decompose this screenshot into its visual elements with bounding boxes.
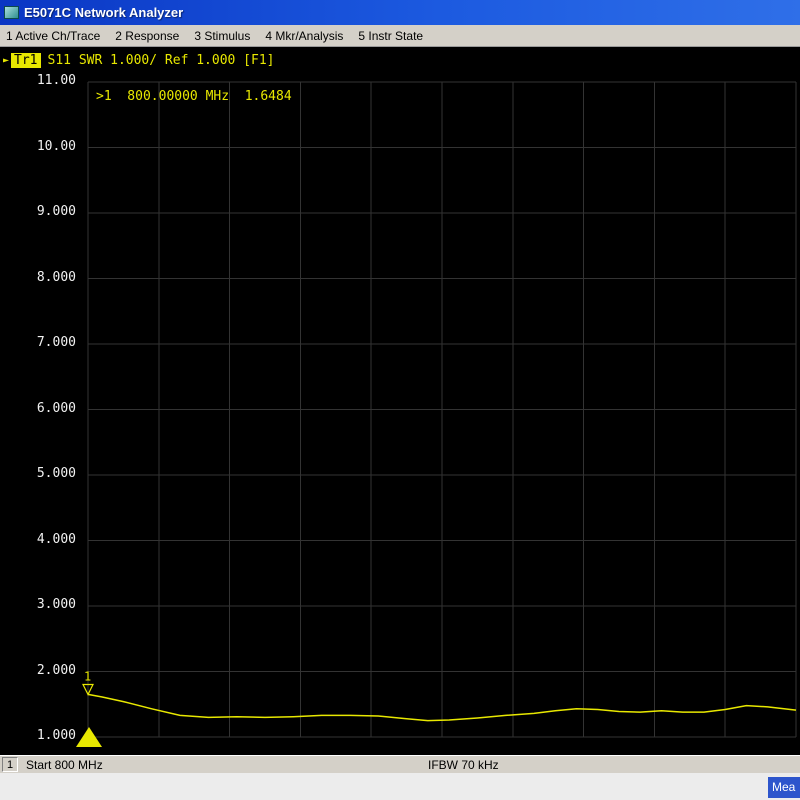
swr-trace-chart: 1 <box>88 82 796 737</box>
y-axis-tick-label: 3.000 <box>0 597 82 613</box>
menu-item[interactable]: 2 Response <box>115 29 179 43</box>
window-title: E5071C Network Analyzer <box>24 5 183 20</box>
menu-bar: 1 Active Ch/Trace 2 Response 3 Stimulus 4 M… <box>0 25 800 47</box>
channel-number: 1 <box>2 757 18 772</box>
analyzer-screen: E5071C Network Analyzer 1 Active Ch/Trac… <box>0 0 800 800</box>
plot-area: 1 >1 800.00000 MHz 1.6484 <box>88 82 796 737</box>
y-axis-tick-label: 7.000 <box>0 335 82 351</box>
marker-readout: >1 800.00000 MHz 1.6484 <box>96 89 292 104</box>
trace-format-readout: S11 SWR 1.000/ Ref 1.000 [F1] <box>48 53 275 68</box>
bottom-strip: Mea <box>0 773 800 800</box>
meas-button[interactable]: Mea <box>768 777 800 798</box>
display-area: ► Tr1 S11 SWR 1.000/ Ref 1.000 [F1] 11.0… <box>0 47 800 755</box>
y-axis-tick-label: 9.000 <box>0 204 82 220</box>
menu-item[interactable]: 3 Stimulus <box>194 29 250 43</box>
trace-status-line: ► Tr1 S11 SWR 1.000/ Ref 1.000 [F1] <box>3 53 275 68</box>
trace-label[interactable]: Tr1 <box>11 53 40 68</box>
y-axis-tick-label: 1.000 <box>0 728 82 744</box>
active-trace-arrow-icon: ► <box>3 55 9 66</box>
menu-item[interactable]: 5 Instr State <box>358 29 423 43</box>
sweep-start-label: Start 800 MHz <box>26 758 103 772</box>
menu-item[interactable]: 1 Active Ch/Trace <box>6 29 100 43</box>
y-axis-tick-label: 4.000 <box>0 532 82 548</box>
marker-1-number: 1 <box>84 670 91 684</box>
ifbw-label: IFBW 70 kHz <box>428 758 499 772</box>
title-bar: E5071C Network Analyzer <box>0 0 800 25</box>
y-axis-tick-label: 5.000 <box>0 466 82 482</box>
status-bar: 1 Start 800 MHz IFBW 70 kHz <box>0 755 800 773</box>
y-axis-tick-label: 2.000 <box>0 663 82 679</box>
y-axis-labels: 11.00 10.00 9.000 8.000 7.000 6.000 5.000 4.000… <box>0 47 88 755</box>
y-axis-tick-label: 10.00 <box>0 139 82 155</box>
y-axis-tick-label: 11.00 <box>0 73 82 89</box>
sweep-position-indicator-icon <box>76 727 102 747</box>
app-icon <box>4 6 19 19</box>
menu-item[interactable]: 4 Mkr/Analysis <box>265 29 343 43</box>
y-axis-tick-label: 8.000 <box>0 270 82 286</box>
y-axis-tick-label: 6.000 <box>0 401 82 417</box>
